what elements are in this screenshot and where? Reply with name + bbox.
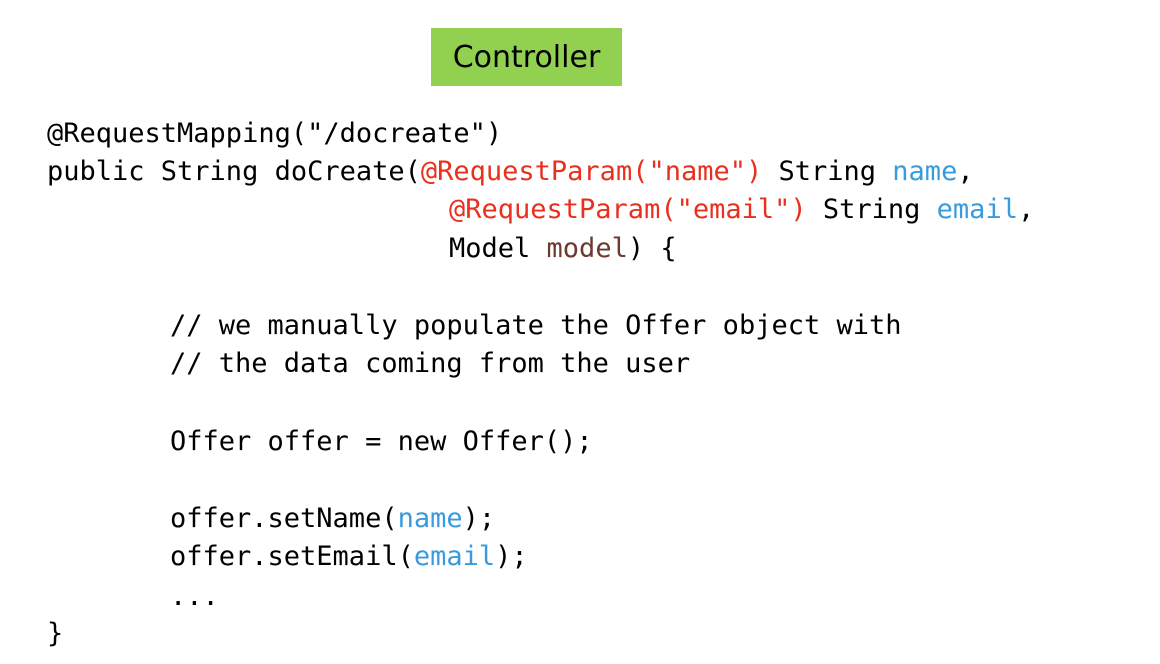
string-type: String	[762, 156, 893, 187]
close-brace: }	[47, 618, 64, 649]
code-line-offer-new: Offer offer = new Offer();	[170, 425, 593, 459]
request-mapping-annotation: @RequestMapping("/docreate")	[47, 118, 503, 149]
code-line-set-email: offer.setEmail(email);	[170, 540, 528, 574]
code-line-4: Model model) {	[449, 232, 677, 266]
code-line-set-name: offer.setName(name);	[170, 502, 495, 536]
comment-text: // the data coming from the user	[170, 348, 691, 379]
string-type: String	[806, 194, 937, 225]
open-brace: ) {	[627, 233, 677, 264]
close-paren: );	[462, 503, 496, 534]
request-param-email-annotation: @RequestParam("email")	[449, 194, 807, 225]
param-email: email	[936, 194, 1018, 225]
model-type: Model	[449, 233, 547, 264]
arg-email: email	[413, 541, 496, 572]
code-line-1: @RequestMapping("/docreate")	[47, 117, 502, 151]
close-paren: );	[495, 541, 528, 572]
code-block: @RequestMapping("/docreate") public Stri…	[0, 0, 1160, 664]
comment-text: // we manually populate the Offer object…	[170, 310, 902, 341]
param-name: name	[892, 156, 958, 187]
request-param-name-annotation: @RequestParam("name")	[420, 156, 763, 187]
comma: ,	[957, 156, 974, 187]
code-line-2: public String doCreate(@RequestParam("na…	[47, 155, 974, 189]
comma: ,	[1017, 194, 1035, 225]
set-name-call: offer.setName(	[170, 503, 398, 534]
offer-instantiation: Offer offer = new Offer();	[170, 426, 593, 457]
code-comment-1: // we manually populate the Offer object…	[170, 309, 902, 343]
arg-name: name	[397, 503, 463, 534]
set-email-call: offer.setEmail(	[170, 541, 414, 572]
code-ellipsis: ...	[170, 580, 219, 614]
param-model: model	[546, 233, 628, 264]
method-signature: public String doCreate(	[47, 156, 421, 187]
code-comment-2: // the data coming from the user	[170, 347, 690, 381]
code-close-brace: }	[47, 617, 63, 651]
code-line-3: @RequestParam("email") String email,	[449, 193, 1034, 227]
ellipsis: ...	[170, 581, 219, 612]
